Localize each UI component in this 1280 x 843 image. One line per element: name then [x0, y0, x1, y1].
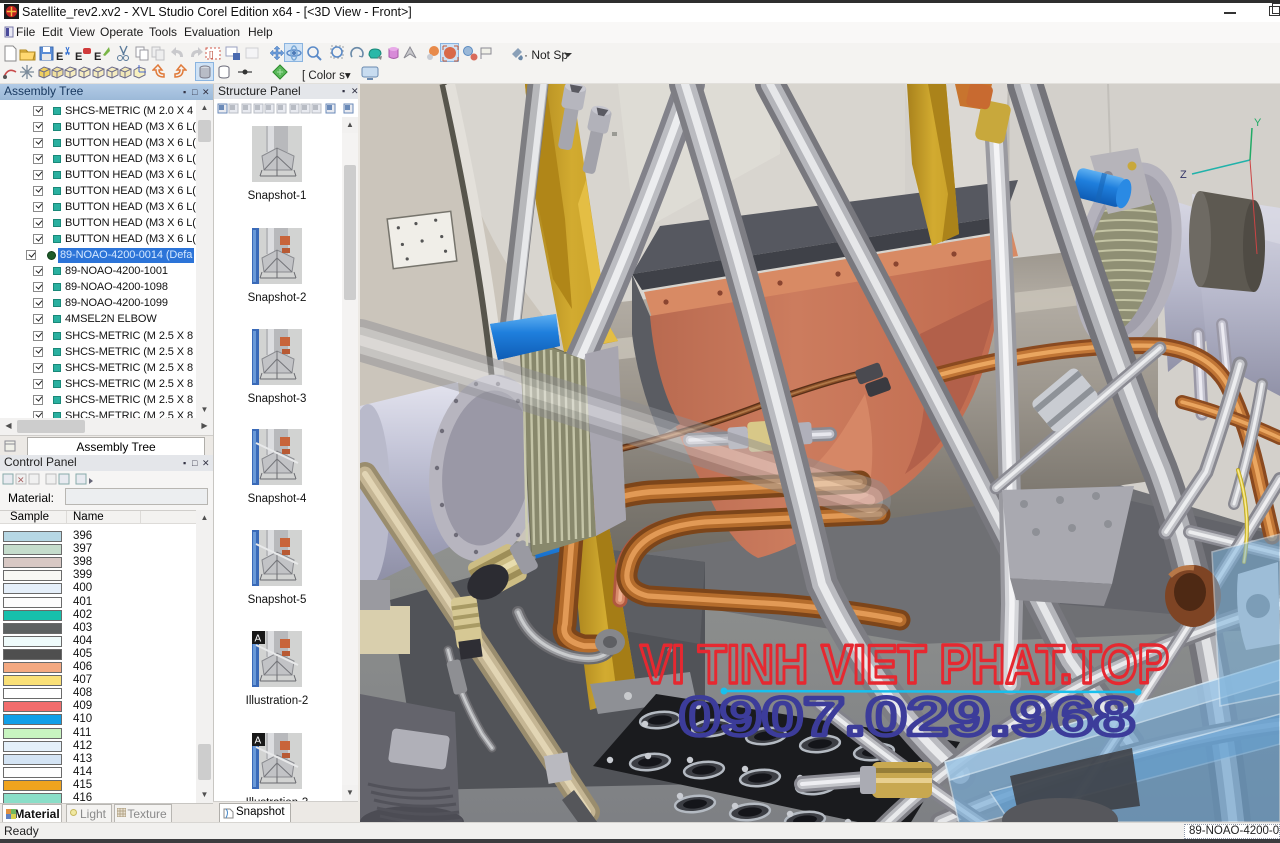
svg-text:A: A — [255, 736, 262, 747]
svg-text:0907.029.968: 0907.029.968 — [679, 686, 1135, 747]
svg-text:✕: ✕ — [17, 475, 25, 485]
svg-text:[]: [] — [209, 50, 213, 59]
svg-text:Y: Y — [1254, 117, 1262, 129]
svg-text:A: A — [255, 634, 262, 645]
svg-text:Z: Z — [1180, 169, 1187, 181]
svg-text:E: E — [56, 51, 63, 62]
svg-text:E: E — [75, 51, 82, 62]
svg-text:E: E — [94, 51, 101, 62]
